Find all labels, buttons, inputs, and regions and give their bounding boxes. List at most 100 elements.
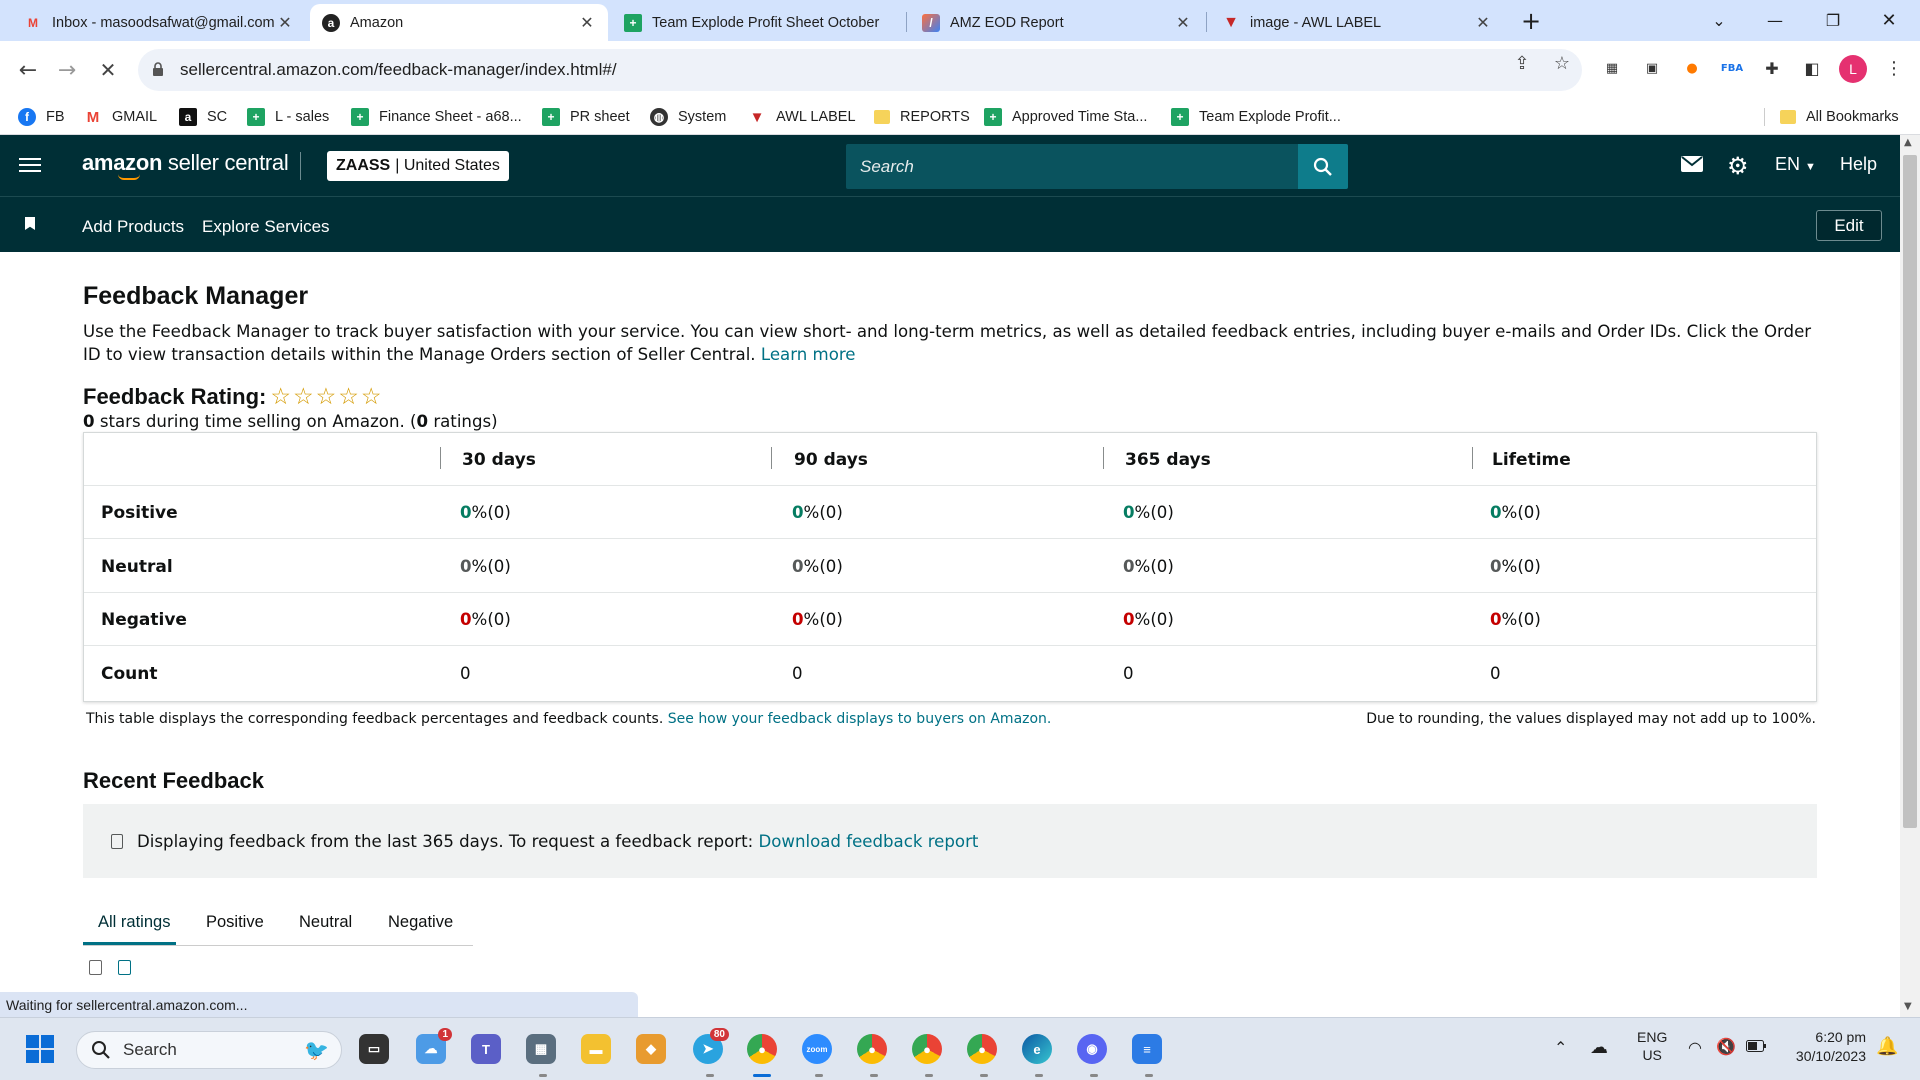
notification-bell-icon[interactable]: 🔔 [1876, 1036, 1898, 1057]
bookmark-sc[interactable]: a SC [179, 99, 227, 135]
metric-cell: 0 [1123, 664, 1134, 683]
download-feedback-report-link[interactable]: Download feedback report [758, 832, 978, 851]
bookmark-awl-label[interactable]: ▼ AWL LABEL [748, 99, 856, 135]
discord-icon[interactable]: ◉ [1077, 1034, 1107, 1064]
wifi-icon[interactable]: ◠ [1688, 1038, 1702, 1058]
language-indicator[interactable]: ENG US [1637, 1028, 1667, 1064]
file-explorer-icon[interactable]: ▬ [581, 1034, 611, 1064]
scroll-thumb[interactable] [1903, 155, 1917, 828]
url-text: sellercentral.amazon.com/feedback-manage… [180, 60, 617, 79]
close-icon[interactable]: ✕ [578, 13, 596, 33]
tab-all-ratings[interactable]: All ratings [98, 913, 170, 932]
app-icon[interactable]: ◆ [636, 1034, 666, 1064]
bookmark-approved-time[interactable]: + Approved Time Sta... [984, 99, 1147, 135]
bookmark-star-icon[interactable]: ☆ [1552, 53, 1572, 74]
share-icon[interactable]: ⇪ [1512, 53, 1532, 74]
notepad-icon[interactable]: ≡ [1132, 1034, 1162, 1064]
more-menu-icon[interactable]: ⋮ [1883, 57, 1905, 79]
report-icon: / [922, 13, 940, 32]
language-selector[interactable]: EN ▼ [1775, 154, 1816, 175]
extension-icon[interactable]: ▣ [1641, 57, 1663, 79]
select-checkbox[interactable] [118, 960, 131, 975]
all-bookmarks-button[interactable]: All Bookmarks [1780, 99, 1899, 135]
tab-gmail[interactable]: M Inbox - masoodsafwat@gmail.com ✕ [12, 4, 306, 41]
close-icon[interactable]: ✕ [276, 13, 294, 33]
stop-loading-button[interactable]: ✕ [92, 54, 124, 86]
chrome-icon[interactable]: ● [912, 1034, 942, 1064]
teams-icon[interactable]: T [471, 1034, 501, 1064]
side-panel-icon[interactable]: ◧ [1801, 57, 1823, 79]
learn-more-link[interactable]: Learn more [761, 345, 856, 364]
profile-avatar[interactable]: L [1839, 55, 1867, 83]
star-empty-icon: ☆ [293, 383, 314, 409]
tab-neutral[interactable]: Neutral [299, 913, 352, 932]
tab-awl-label[interactable]: ▼ image - AWL LABEL ✕ [1210, 4, 1504, 41]
bookmark-icon[interactable] [25, 217, 35, 230]
tab-positive[interactable]: Positive [206, 913, 264, 932]
feedback-display-link[interactable]: See how your feedback displays to buyers… [668, 711, 1052, 727]
weather-icon[interactable]: ☁ 1 [416, 1028, 452, 1064]
help-link[interactable]: Help [1840, 154, 1877, 175]
volume-muted-icon[interactable]: 🔇 [1716, 1037, 1736, 1057]
bookmark-l-sales[interactable]: + L - sales [247, 99, 329, 135]
bookmark-reports[interactable]: REPORTS [874, 99, 970, 135]
explore-services-link[interactable]: Explore Services [202, 217, 330, 237]
hamburger-menu-icon[interactable] [18, 153, 42, 177]
close-window-button[interactable]: ✕ [1866, 0, 1912, 41]
extension-icon[interactable]: FBA [1721, 57, 1743, 79]
account-switcher[interactable]: ZAASS | United States [327, 151, 509, 181]
extensions-puzzle-icon[interactable]: ✚ [1761, 57, 1783, 79]
battery-icon[interactable] [1746, 1039, 1766, 1055]
page-scrollbar[interactable]: ▲ ▼ [1900, 135, 1920, 1017]
extension-icon[interactable]: ▦ [1601, 57, 1623, 79]
bookmark-system[interactable]: ◍ System [650, 99, 726, 135]
bookmark-team-explode[interactable]: + Team Explode Profit... [1171, 99, 1341, 135]
bookmark-pr-sheet[interactable]: + PR sheet [542, 99, 630, 135]
tab-amazon[interactable]: a Amazon ✕ [310, 4, 608, 41]
gear-icon[interactable]: ⚙ [1727, 152, 1749, 180]
extension-icon[interactable]: ● [1681, 57, 1703, 79]
restore-button[interactable]: ❐ [1810, 0, 1856, 41]
address-bar[interactable]: sellercentral.amazon.com/feedback-manage… [138, 49, 1582, 91]
close-icon[interactable]: ✕ [1474, 13, 1492, 33]
zoom-icon[interactable]: zoom [802, 1034, 832, 1064]
bookmark-gmail[interactable]: M GMAIL [84, 99, 157, 135]
minimize-button[interactable]: — [1752, 0, 1798, 41]
scroll-up-icon[interactable]: ▲ [1904, 137, 1912, 148]
search-button[interactable] [1298, 144, 1348, 189]
seller-central-header: amazon seller central ZAASS | United Stat… [0, 135, 1900, 196]
tab-negative[interactable]: Negative [388, 913, 453, 932]
edit-button[interactable]: Edit [1816, 210, 1882, 241]
row-label: Neutral [101, 556, 173, 577]
taskbar-search[interactable]: Search 🐦 [76, 1031, 342, 1069]
clock[interactable]: 6:20 pm 30/10/2023 [1784, 1028, 1866, 1066]
back-button[interactable]: ← [12, 54, 44, 86]
seller-central-logo[interactable]: amazon seller central [82, 150, 289, 180]
scroll-down-icon[interactable]: ▼ [1904, 1001, 1912, 1012]
search-input[interactable] [846, 144, 1298, 189]
chrome-icon[interactable]: ● [967, 1034, 997, 1064]
chevron-up-icon[interactable]: ⌃ [1554, 1038, 1567, 1058]
calculator-icon[interactable]: ▦ [526, 1034, 556, 1064]
onedrive-icon[interactable]: ☁ [1590, 1037, 1608, 1058]
select-checkbox[interactable] [89, 960, 102, 975]
windows-start-icon[interactable] [26, 1035, 54, 1063]
bookmark-label: REPORTS [900, 109, 970, 125]
bookmark-fb[interactable]: f FB [18, 99, 65, 135]
mail-icon[interactable] [1681, 154, 1703, 179]
edge-icon[interactable]: e [1022, 1034, 1052, 1064]
metric-percent: %(0) [471, 503, 511, 522]
tab-search-button[interactable]: ⌄ [1696, 0, 1742, 41]
telegram-icon[interactable]: ➤ 80 [693, 1028, 729, 1064]
bookmark-finance-sheet[interactable]: + Finance Sheet - a68... [351, 99, 522, 135]
new-tab-button[interactable]: + [1508, 0, 1554, 41]
chrome-icon[interactable]: ● [857, 1034, 887, 1064]
forward-button[interactable]: → [51, 54, 83, 86]
task-view-icon[interactable]: ▭ [359, 1034, 389, 1064]
close-icon[interactable]: ✕ [1174, 13, 1192, 33]
tab-eod-report[interactable]: / AMZ EOD Report ✕ [910, 4, 1204, 41]
add-products-link[interactable]: Add Products [82, 217, 184, 237]
metric-number: 0 [1490, 557, 1502, 576]
chrome-icon[interactable]: ● [747, 1034, 777, 1064]
tab-profit-sheet[interactable]: + Team Explode Profit Sheet October [612, 4, 906, 41]
